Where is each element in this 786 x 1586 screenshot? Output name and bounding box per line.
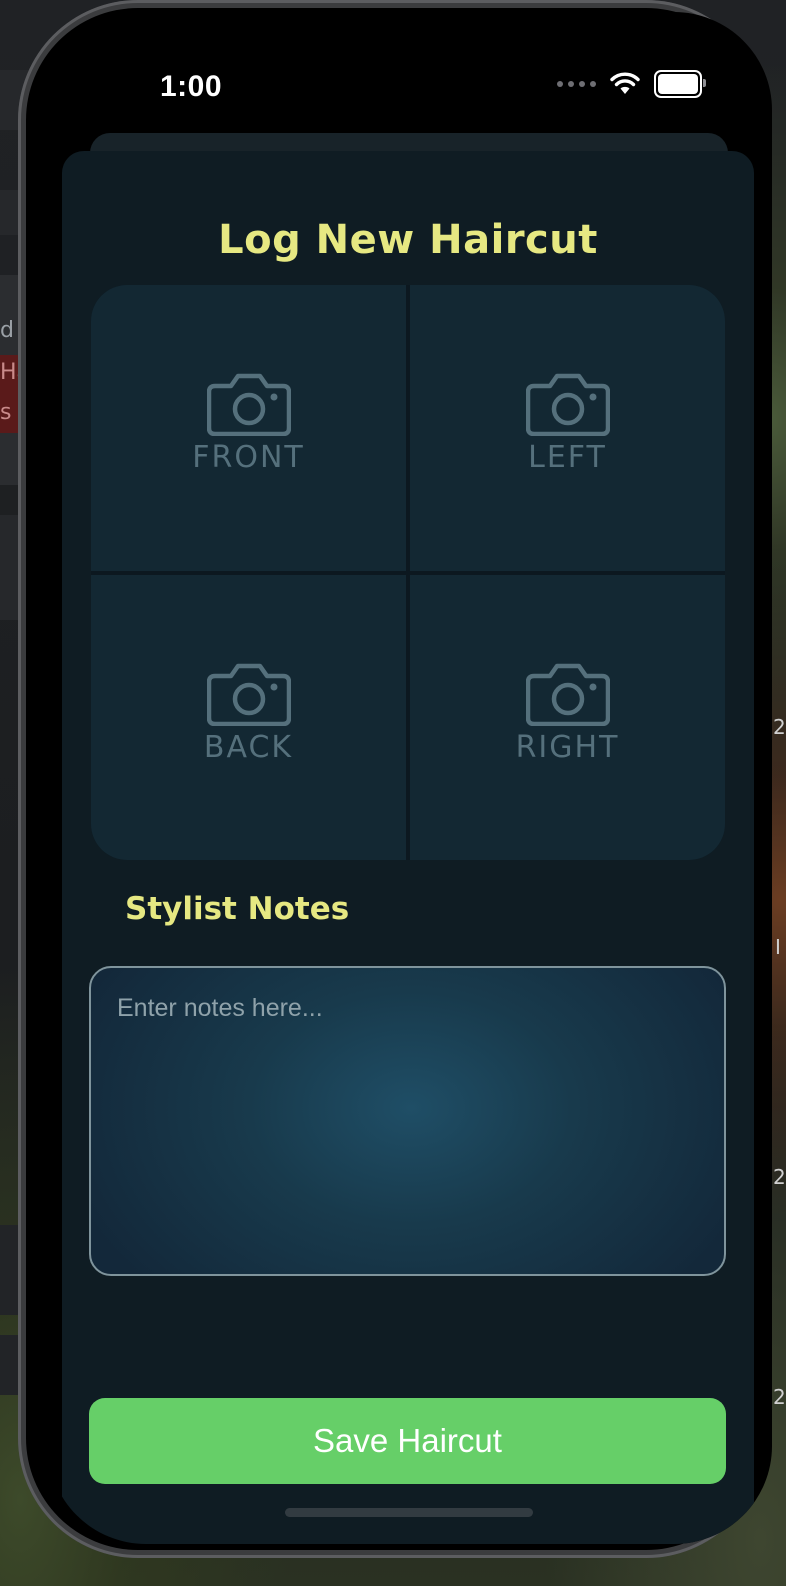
cellular-signal-icon <box>557 81 596 87</box>
background-window-text: 2 <box>773 1385 786 1409</box>
background-window-text: 2 <box>773 1165 786 1189</box>
photo-slot-label: FRONT <box>192 440 305 476</box>
camera-icon <box>525 374 610 437</box>
phone-frame: 1:00 Log New Haircut FRONT LEFT BACK RIG… <box>18 0 772 1558</box>
log-haircut-sheet: Log New Haircut FRONT LEFT BACK RIGHT St… <box>62 151 754 1544</box>
camera-icon <box>206 663 291 726</box>
notes-textarea[interactable]: Enter notes here... <box>89 966 726 1276</box>
save-haircut-button[interactable]: Save Haircut <box>89 1398 726 1484</box>
camera-icon <box>206 374 291 437</box>
home-indicator[interactable] <box>285 1508 533 1517</box>
phone-screen: 1:00 Log New Haircut FRONT LEFT BACK RIG… <box>48 12 772 1544</box>
background-window-text: I <box>775 935 781 959</box>
camera-icon <box>525 663 610 726</box>
photo-slot-label: LEFT <box>528 440 607 476</box>
photo-slot-label: RIGHT <box>515 729 620 765</box>
background-window-text: 2 <box>773 715 786 739</box>
wifi-icon <box>610 72 640 94</box>
sheet-title: Log New Haircut <box>218 217 598 263</box>
photo-slot-left[interactable]: LEFT <box>410 285 725 571</box>
notes-label: Stylist Notes <box>125 891 350 927</box>
battery-icon <box>654 70 706 98</box>
photo-slot-front[interactable]: FRONT <box>91 285 406 571</box>
photo-grid: FRONT LEFT BACK RIGHT <box>91 285 725 860</box>
background-window-text: d <box>0 318 14 343</box>
background-window-text: s <box>0 400 12 425</box>
photo-slot-back[interactable]: BACK <box>91 574 406 860</box>
photo-slot-label: BACK <box>203 729 294 765</box>
status-bar-icons <box>557 70 706 98</box>
status-bar-time: 1:00 <box>160 70 223 103</box>
photo-slot-right[interactable]: RIGHT <box>410 574 725 860</box>
notes-placeholder: Enter notes here... <box>117 994 323 1022</box>
